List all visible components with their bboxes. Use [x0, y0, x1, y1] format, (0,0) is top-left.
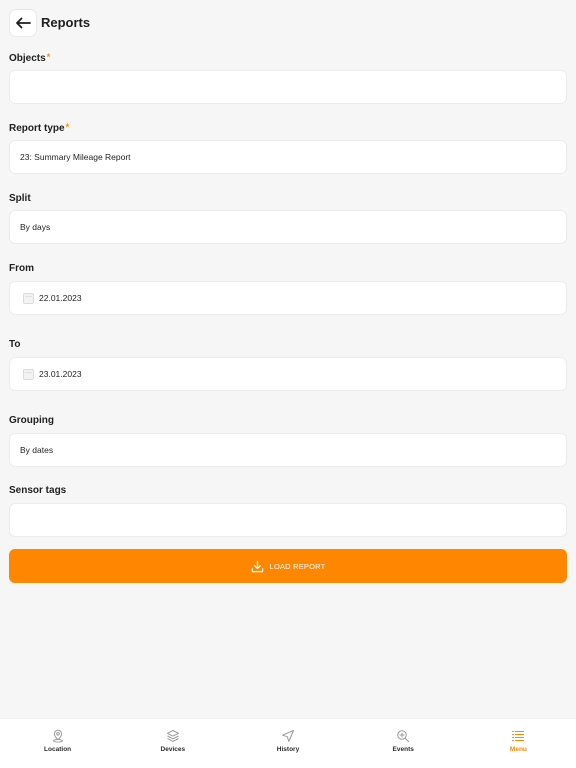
tab-location-label: Location [44, 746, 72, 753]
sensor-tags-label: Sensor tags [9, 485, 67, 496]
navigation-arrow-icon [282, 730, 294, 742]
grouping-select[interactable]: By dates [9, 433, 567, 467]
required-mark: * [46, 52, 51, 62]
report-type-label: Report type* [9, 122, 69, 134]
arrow-left-icon [16, 17, 31, 29]
location-pin-icon [52, 729, 63, 743]
from-date-field[interactable]: 22.01.2023 [9, 281, 567, 315]
from-label: From [9, 263, 34, 274]
objects-field[interactable] [9, 70, 567, 104]
objects-label: Objects* [9, 52, 50, 64]
tab-history[interactable]: History [230, 719, 345, 768]
header: Reports [0, 0, 576, 46]
calendar-icon [23, 292, 34, 304]
tab-devices[interactable]: Devices [115, 719, 230, 768]
to-label: To [9, 339, 21, 350]
to-date-field[interactable]: 23.01.2023 [9, 357, 567, 391]
download-icon [251, 560, 263, 572]
zoom-plus-icon [397, 730, 410, 743]
page-title: Reports [41, 15, 91, 30]
to-date-value: 23.01.2023 [39, 369, 82, 379]
grouping-label: Grouping [9, 415, 54, 426]
sensor-tags-field[interactable] [9, 503, 567, 537]
split-select[interactable]: By days [9, 210, 567, 244]
bottom-tab-bar: Location Devices History Events Menu [0, 718, 576, 768]
tab-menu-label: Menu [509, 746, 527, 753]
objects-label-text: Objects [9, 53, 46, 64]
back-button[interactable] [9, 9, 37, 37]
report-type-select[interactable]: 23: Summary Mileage Report [9, 140, 567, 174]
tab-events-label: Events [392, 746, 414, 753]
tab-events[interactable]: Events [346, 719, 461, 768]
split-value: By days [20, 222, 51, 232]
tab-menu[interactable]: Menu [461, 719, 576, 768]
split-label: Split [9, 193, 31, 204]
grouping-value: By dates [20, 445, 54, 455]
report-type-value: 23: Summary Mileage Report [20, 152, 131, 162]
layers-icon [166, 730, 179, 742]
required-mark: * [65, 122, 70, 132]
tab-location[interactable]: Location [0, 719, 115, 768]
tab-devices-label: Devices [160, 746, 186, 753]
load-report-button[interactable]: LOAD REPORT [9, 549, 567, 583]
report-type-label-text: Report type [9, 123, 65, 134]
calendar-icon [23, 368, 34, 380]
from-date-value: 22.01.2023 [39, 293, 82, 303]
tab-history-label: History [276, 746, 300, 753]
load-report-label: LOAD REPORT [269, 561, 326, 571]
list-menu-icon [512, 730, 525, 742]
